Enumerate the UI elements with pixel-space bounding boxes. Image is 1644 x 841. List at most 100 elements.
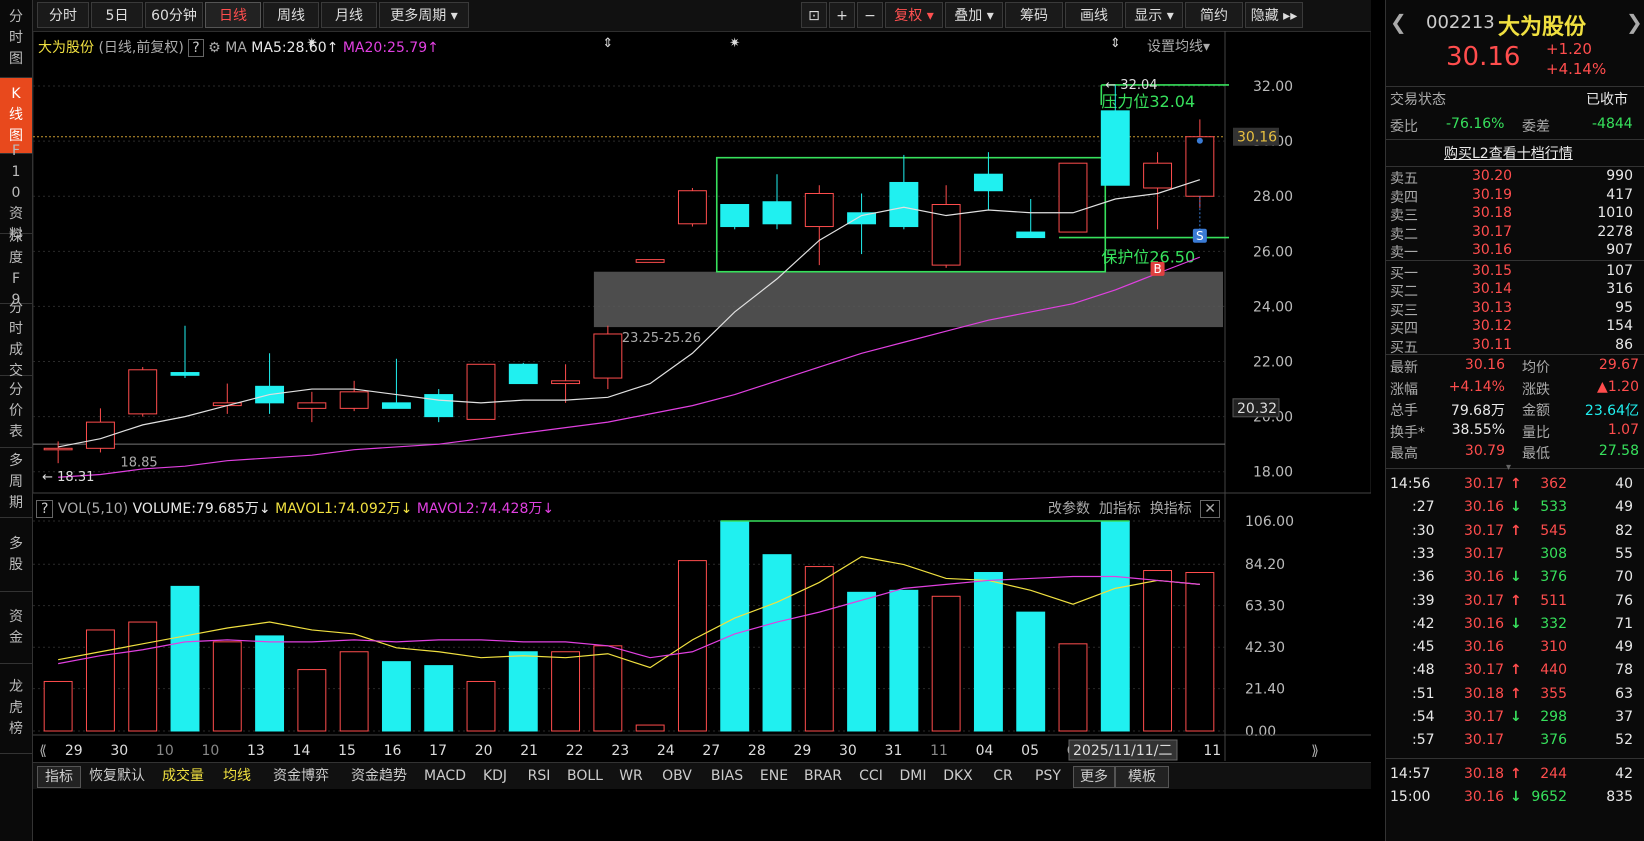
simple-button[interactable]: 简约 — [1185, 2, 1243, 28]
expand-arrow-icon[interactable]: ▾ — [1506, 462, 1511, 473]
order-book-row[interactable]: 卖四 30.19 417 — [1386, 187, 1644, 207]
help-icon[interactable]: ? — [188, 39, 204, 57]
order-book-row[interactable]: 卖五 30.20 990 — [1386, 168, 1644, 188]
tick-row[interactable]: :36 30.16 ↓ 376 70 — [1386, 569, 1644, 589]
tick-row[interactable]: :33 30.17 308 55 — [1386, 546, 1644, 566]
indicator-tab-12[interactable]: BIAS — [703, 766, 751, 786]
next-stock-icon[interactable]: ❯ — [1626, 10, 1643, 34]
tick-volume: 310 — [1540, 639, 1567, 656]
left-tab-2[interactable]: F10资料 — [0, 143, 32, 243]
tick-volume: 332 — [1540, 615, 1567, 632]
tick-row[interactable]: :39 30.17 ↑ 511 76 — [1386, 593, 1644, 613]
order-book-row[interactable]: 买三 30.13 95 — [1386, 300, 1644, 320]
change-params-button[interactable]: 改参数 — [1048, 501, 1090, 517]
zoom-out-icon[interactable]: − — [857, 2, 883, 28]
left-tab-9[interactable]: 龙虎榜 — [0, 664, 32, 754]
tick-row[interactable]: 14:57 30.18 ↑ 244 42 — [1386, 766, 1644, 786]
tick-list[interactable]: 14:56 30.17 ↑ 362 40 :27 30.16 ↓ 533 49 :30 30.17 ↑ 5… — [1386, 476, 1644, 806]
close-icon[interactable]: ✕ — [1200, 500, 1220, 518]
add-indicator-button[interactable]: 加指标 — [1099, 501, 1141, 517]
indicator-tab-13[interactable]: ENE — [753, 766, 795, 786]
left-tab-8[interactable]: 资金 — [0, 592, 32, 664]
kline-svg[interactable]: 32.0030.0028.0026.0024.0022.0020.0018.00… — [32, 30, 1372, 761]
indicator-tab-5[interactable]: 资金趋势 — [341, 766, 417, 786]
tick-time: 14:56 — [1390, 476, 1431, 492]
hide-button[interactable]: 隐藏 ▸▸ — [1245, 2, 1303, 28]
indicator-tab-8[interactable]: RSI — [519, 766, 559, 786]
indicator-tab-1[interactable]: 恢复默认 — [81, 766, 153, 786]
tick-row[interactable]: :54 30.17 ↓ 298 37 — [1386, 709, 1644, 729]
order-book-row[interactable]: 买一 30.15 107 — [1386, 263, 1644, 283]
tick-row[interactable]: :42 30.16 ↓ 332 71 — [1386, 616, 1644, 636]
indicator-tab-19[interactable]: PSY — [1025, 766, 1071, 786]
indicator-tab-6[interactable]: MACD — [419, 766, 471, 786]
indicator-tab-10[interactable]: WR — [611, 766, 651, 786]
indicator-tab-15[interactable]: CCI — [851, 766, 891, 786]
vol-help-icon[interactable]: ? — [36, 500, 54, 518]
display-dropdown[interactable]: 显示 ▾ — [1125, 2, 1183, 28]
chip-button[interactable]: 筹码 — [1005, 2, 1063, 28]
indicator-tab-16[interactable]: DMI — [893, 766, 933, 786]
period-monthly[interactable]: 月线 — [321, 2, 377, 28]
gear-icon[interactable]: ⚙ — [208, 40, 221, 56]
kline-chart-area[interactable]: 32.0030.0028.0026.0024.0022.0020.0018.00… — [32, 30, 1372, 791]
tick-time: :51 — [1412, 685, 1435, 702]
fuquan-label: 复权 — [894, 8, 923, 24]
tick-row[interactable]: :57 30.17 376 52 — [1386, 732, 1644, 752]
indicator-tab-18[interactable]: CR — [983, 766, 1023, 786]
lock-icon[interactable]: ⊡ — [801, 2, 827, 28]
tick-direction-icon: ↑ — [1510, 765, 1522, 782]
tick-row[interactable]: :48 30.17 ↑ 440 78 — [1386, 662, 1644, 682]
indicator-tab-14[interactable]: BRAR — [797, 766, 849, 786]
tick-row[interactable]: :27 30.16 ↓ 533 49 — [1386, 499, 1644, 519]
left-tab-7[interactable]: 多股 — [0, 518, 32, 592]
draw-line-button[interactable]: 画线 — [1065, 2, 1123, 28]
volume-tick-label: 63.30 — [1245, 599, 1285, 615]
indicator-tab-9[interactable]: BOLL — [561, 766, 609, 786]
tick-price: 30.18 — [1464, 765, 1505, 782]
left-tab-6[interactable]: 多周期 — [0, 448, 32, 518]
buy-l2-link[interactable]: 购买L2查看十档行情 — [1444, 143, 1573, 163]
indicator-tab-0[interactable]: 指标 — [37, 766, 81, 788]
order-book-row[interactable]: 卖二 30.17 2278 — [1386, 224, 1644, 244]
ma-settings-dropdown[interactable]: 设置均线▾ — [1147, 36, 1210, 56]
indicator-tab-11[interactable]: OBV — [653, 766, 701, 786]
left-tab-5[interactable]: 分价表 — [0, 376, 32, 448]
left-tab-3[interactable]: 深度F9 — [0, 229, 32, 308]
period-more-dropdown[interactable]: 更多周期 ▾ — [379, 2, 469, 28]
tick-row[interactable]: :30 30.17 ↑ 545 82 — [1386, 523, 1644, 543]
overlay-dropdown[interactable]: 叠加 ▾ — [945, 2, 1003, 28]
zoom-in-icon[interactable]: + — [829, 2, 855, 28]
tick-row[interactable]: :51 30.18 ↑ 355 63 — [1386, 686, 1644, 706]
tick-row[interactable]: 15:00 30.16 ↓ 9652 835 — [1386, 789, 1644, 809]
event-marker-icon: ⇕ — [1110, 36, 1121, 51]
order-book-row[interactable]: 卖一 30.16 907 — [1386, 242, 1644, 262]
candle-body — [170, 372, 200, 376]
period-5day[interactable]: 5日 — [91, 2, 143, 28]
order-book-row[interactable]: 买四 30.12 154 — [1386, 318, 1644, 338]
left-tab-0[interactable]: 分时图 — [0, 0, 32, 78]
chart-mode: (日线,前复权) — [98, 40, 184, 56]
order-book-row[interactable]: 买二 30.14 316 — [1386, 281, 1644, 301]
order-book-row[interactable]: 卖三 30.18 1010 — [1386, 205, 1644, 225]
prev-stock-icon[interactable]: ❮ — [1390, 10, 1407, 34]
indicator-tab-17[interactable]: DKX — [935, 766, 981, 786]
indicator-tab-7[interactable]: KDJ — [473, 766, 517, 786]
indicator-tab-2[interactable]: 成交量 — [155, 766, 211, 786]
period-60min[interactable]: 60分钟 — [145, 2, 203, 28]
indicator-tab-20[interactable]: 更多 — [1073, 766, 1115, 788]
period-intraday[interactable]: 分时 — [37, 2, 89, 28]
volume-bar — [931, 595, 961, 732]
left-tab-4[interactable]: 分时成交 — [0, 300, 32, 379]
divider — [1386, 260, 1644, 261]
indicator-tab-21[interactable]: 模板 — [1115, 766, 1169, 788]
switch-indicator-button[interactable]: 换指标 — [1150, 501, 1192, 517]
indicator-tab-3[interactable]: 均线 — [213, 766, 261, 786]
period-daily[interactable]: 日线 — [205, 2, 261, 28]
tick-row[interactable]: :45 30.16 310 49 — [1386, 639, 1644, 659]
tick-row[interactable]: 14:56 30.17 ↑ 362 40 — [1386, 476, 1644, 496]
period-weekly[interactable]: 周线 — [263, 2, 319, 28]
fuquan-dropdown[interactable]: 复权 ▾ — [885, 2, 943, 28]
indicator-tab-4[interactable]: 资金博弈 — [263, 766, 339, 786]
volume-bar — [508, 651, 538, 732]
